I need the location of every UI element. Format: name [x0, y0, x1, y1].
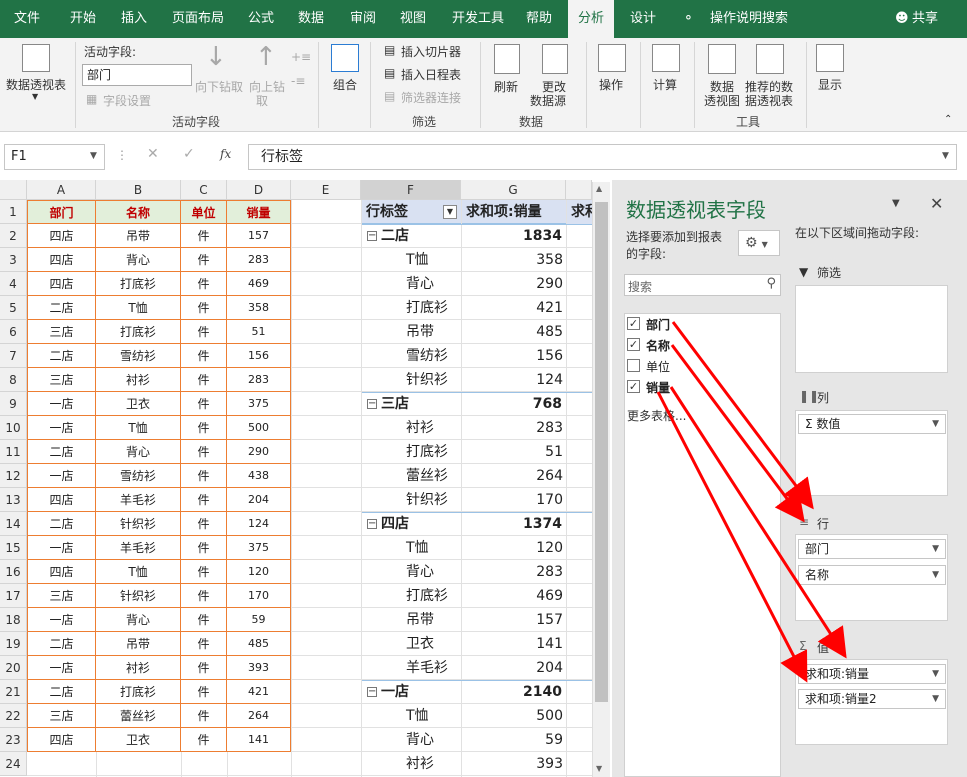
annotation-arrows: [656, 321, 847, 683]
arrow-dept-to-rows: [671, 321, 814, 510]
excel-window: 文件 开始 插入 页面布局 公式 数据 审阅 视图 开发工具 帮助 分析 设计 …: [0, 0, 967, 777]
arrow-sales-to-values-2: [656, 391, 808, 683]
arrow-sales-to-values: [669, 386, 847, 659]
arrow-name-to-rows: [670, 344, 805, 523]
